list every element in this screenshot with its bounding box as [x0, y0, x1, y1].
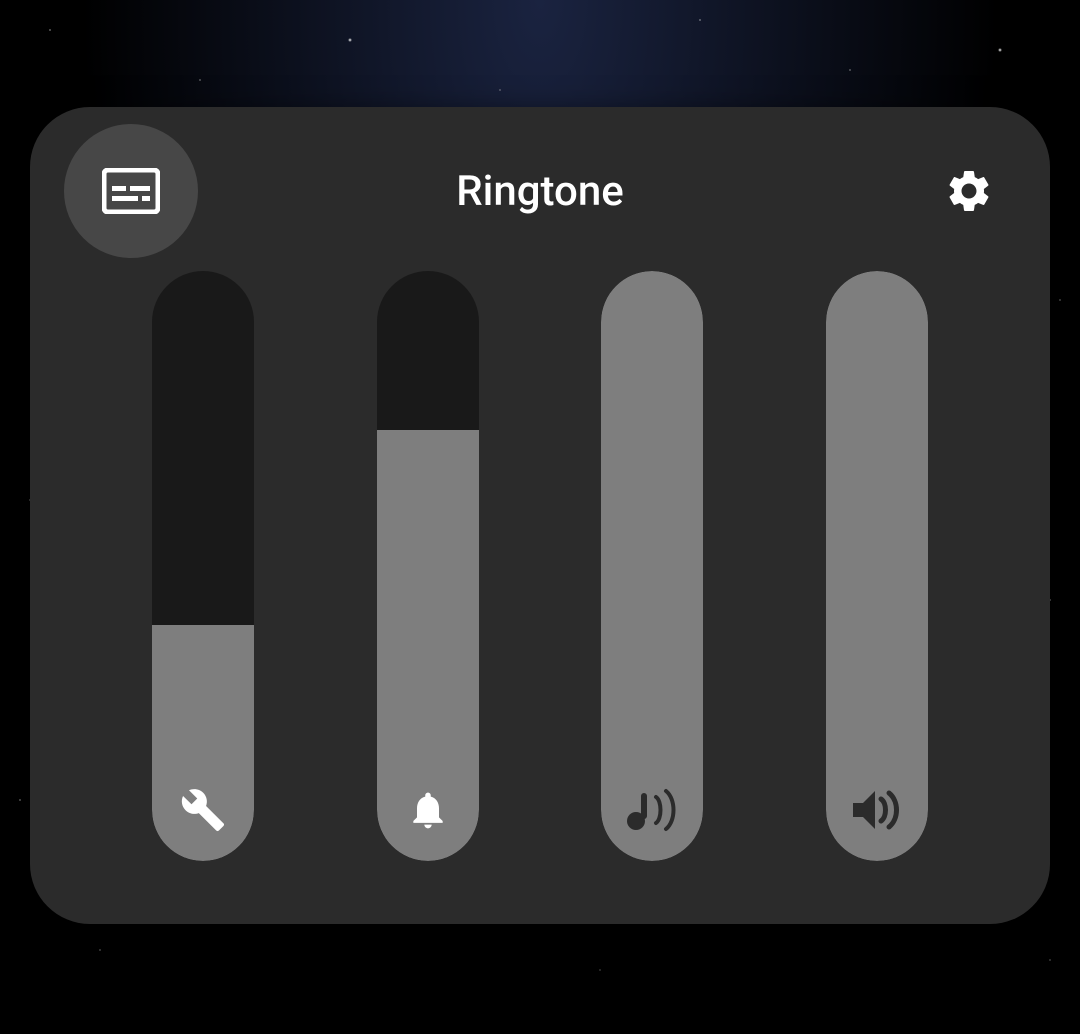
slider-ringtone[interactable]: [377, 271, 479, 861]
slider-fill: [601, 271, 703, 861]
speaker-icon: [826, 785, 928, 835]
slider-media[interactable]: [826, 271, 928, 861]
settings-button[interactable]: [943, 165, 995, 217]
wallpaper-trees: [0, 914, 1080, 1034]
bell-icon: [377, 785, 479, 835]
slider-fill: [826, 271, 928, 861]
slider-notification[interactable]: [601, 271, 703, 861]
gear-icon: [944, 166, 994, 216]
volume-panel: Ringtone: [30, 107, 1050, 924]
note-sound-icon: [601, 785, 703, 835]
panel-header: Ringtone: [30, 107, 1050, 277]
slider-group: [30, 271, 1050, 864]
slider-accessibility[interactable]: [152, 271, 254, 861]
wrench-icon: [152, 785, 254, 835]
panel-title: Ringtone: [30, 167, 1050, 216]
